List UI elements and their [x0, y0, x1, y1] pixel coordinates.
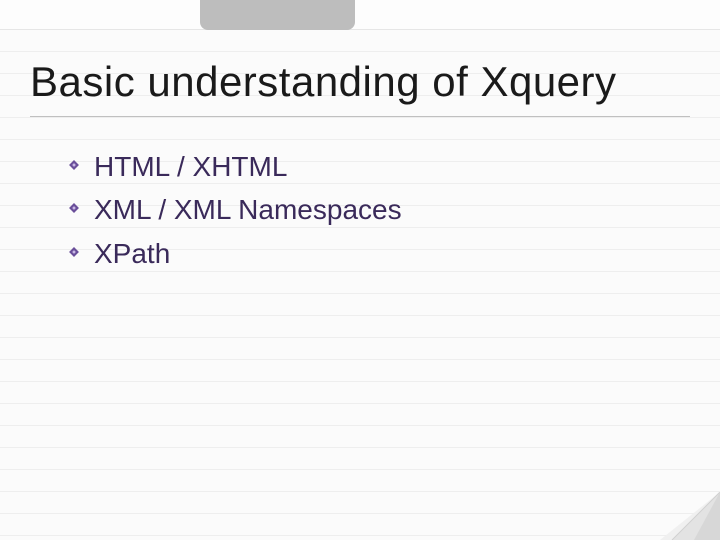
page-curl-icon	[660, 492, 720, 540]
bullet-list: HTML / XHTML XML / XML Namespaces XPath	[30, 145, 690, 275]
slide-title: Basic understanding of Xquery	[30, 58, 690, 106]
title-underline	[30, 116, 690, 117]
diamond-bullet-icon	[68, 159, 80, 171]
list-item-label: XPath	[94, 238, 170, 269]
top-bar	[0, 0, 720, 30]
list-item: HTML / XHTML	[94, 145, 690, 188]
list-item: XPath	[94, 232, 690, 275]
diamond-bullet-icon	[68, 202, 80, 214]
list-item: XML / XML Namespaces	[94, 188, 690, 231]
top-bar-handle	[200, 0, 355, 30]
list-item-label: XML / XML Namespaces	[94, 194, 402, 225]
slide-body: Basic understanding of Xquery HTML / XHT…	[30, 58, 690, 275]
diamond-bullet-icon	[68, 246, 80, 258]
list-item-label: HTML / XHTML	[94, 151, 287, 182]
